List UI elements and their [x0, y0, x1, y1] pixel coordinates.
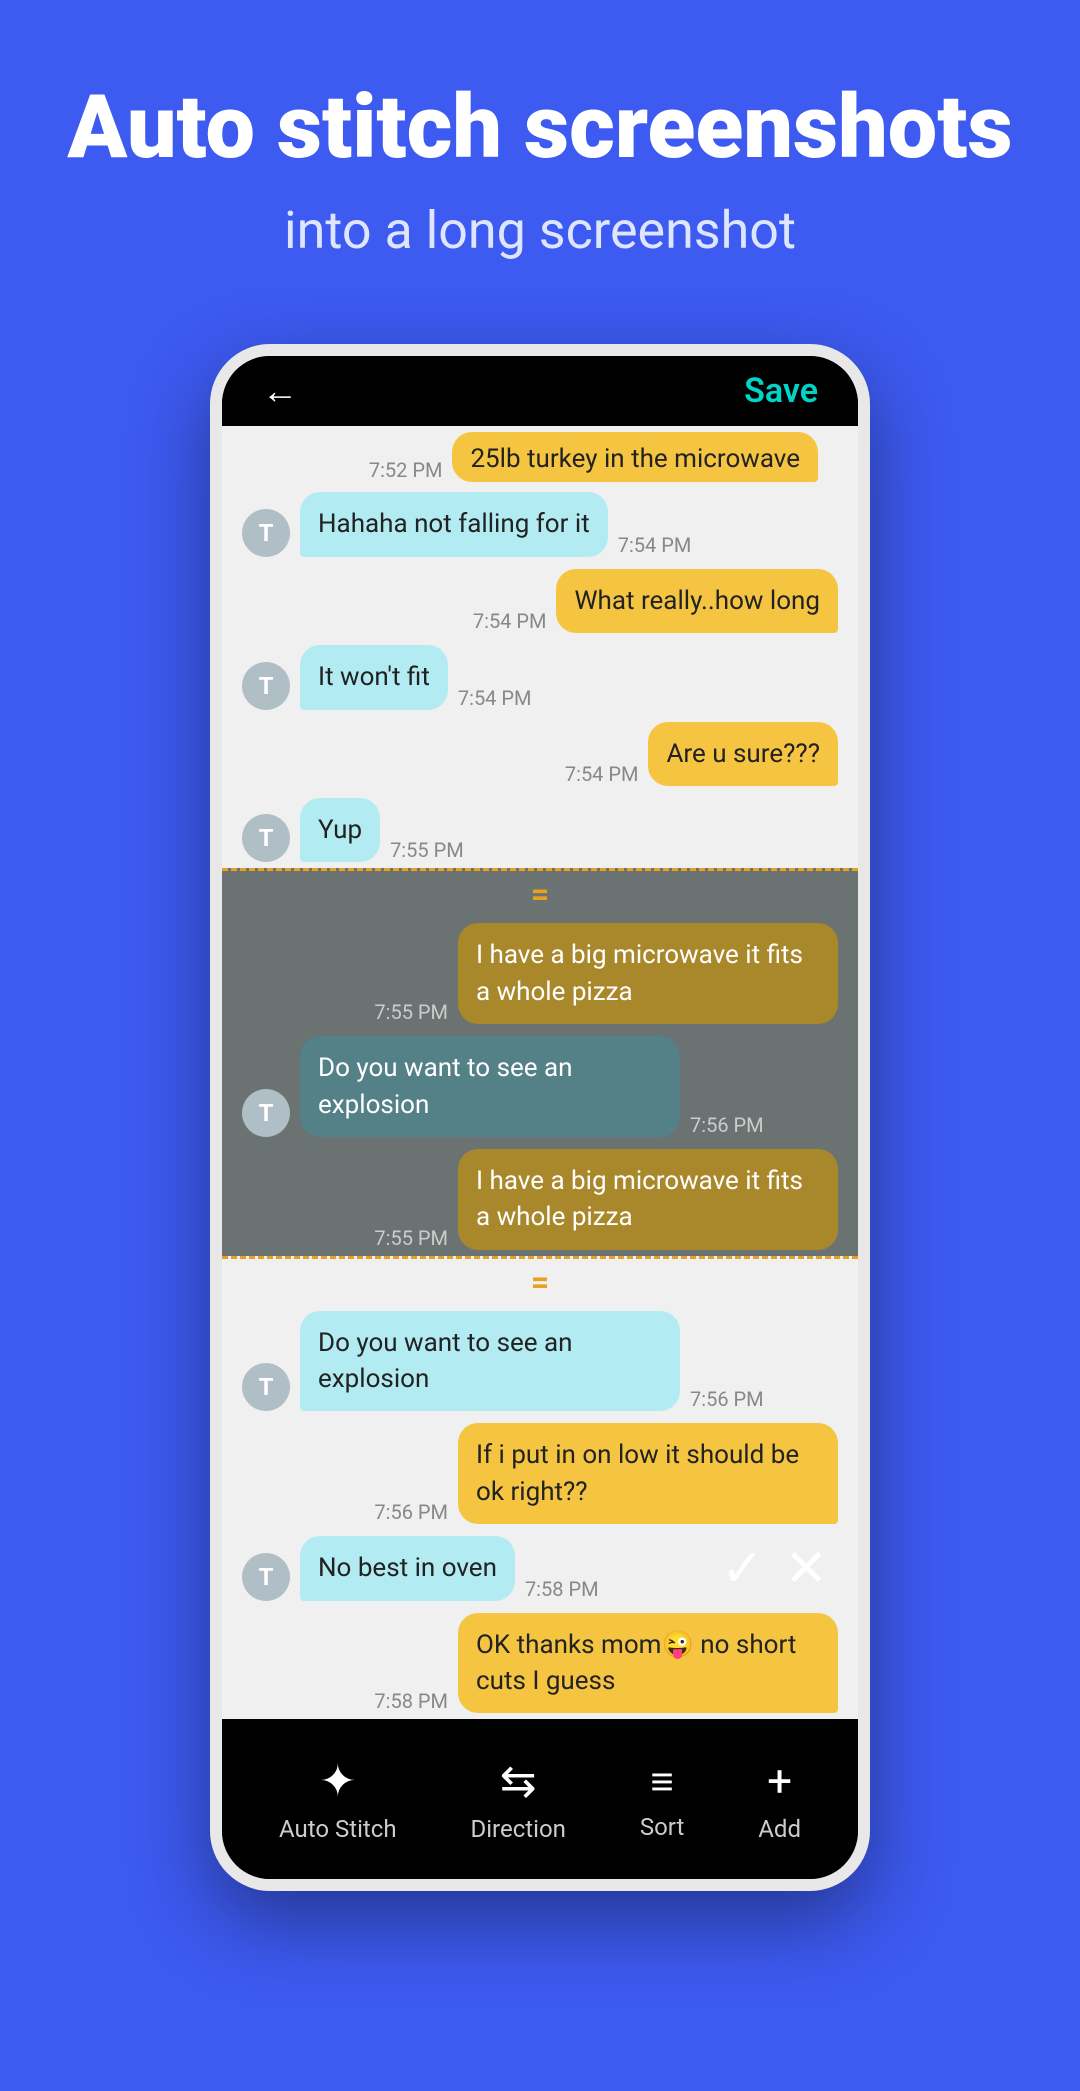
sort-icon: ≡ [650, 1758, 673, 1805]
direction-icon: ⇆ [500, 1755, 537, 1807]
msg-row: Are u sure??? 7:54 PM [222, 716, 858, 792]
header-section: Auto stitch screenshots into a long scre… [0, 0, 1080, 324]
msg-row: T Yup 7:55 PM [222, 792, 858, 868]
bubble-received: Yup [300, 798, 380, 862]
bubble-overlap-sent: I have a big microwave it fits a whole p… [458, 1149, 838, 1250]
stitch-indicator-2: = [222, 1259, 858, 1305]
reject-button[interactable]: ✕ [784, 1538, 828, 1599]
msg-row: OK thanks mom😜 no short cuts I guess 7:5… [222, 1607, 858, 1720]
bubble-sent: If i put in on low it should be ok right… [458, 1423, 838, 1524]
header-subtitle: into a long screenshot [60, 197, 1020, 265]
toolbar: ✦ Auto Stitch ⇆ Direction ≡ Sort + Add [222, 1719, 858, 1879]
accept-button[interactable]: ✓ [721, 1538, 765, 1599]
timestamp: 7:56 PM [374, 1500, 448, 1524]
partial-top-msg: 7:52 PM 25lb turkey in the microwave [242, 432, 838, 486]
sort-label: Sort [640, 1813, 685, 1841]
timestamp: 7:54 PM [565, 762, 639, 786]
bubble-sent: What really..how long [556, 569, 838, 633]
msg-row: If i put in on low it should be ok right… [222, 1417, 858, 1530]
toolbar-sort[interactable]: ≡ Sort [640, 1758, 685, 1841]
header-title: Auto stitch screenshots [60, 80, 1020, 177]
timestamp: 7:58 PM [525, 1577, 599, 1601]
avatar: T [242, 1089, 290, 1137]
bubble-sent: Are u sure??? [648, 722, 838, 786]
msg-row: T It won't fit 7:54 PM [222, 639, 858, 715]
msg-row: What really..how long 7:54 PM [222, 563, 858, 639]
auto-stitch-icon: ✦ [319, 1755, 356, 1807]
timestamp: 7:54 PM [618, 533, 692, 557]
save-button[interactable]: Save [744, 371, 818, 411]
timestamp: 7:52 PM [369, 458, 443, 482]
avatar: T [242, 662, 290, 710]
toolbar-auto-stitch[interactable]: ✦ Auto Stitch [279, 1755, 397, 1843]
timestamp: 7:56 PM [690, 1387, 764, 1411]
stitch-icon: = [531, 875, 549, 913]
avatar: T [242, 1363, 290, 1411]
msg-row-overlap: I have a big microwave it fits a whole p… [222, 917, 858, 1030]
stitch-indicator: = [222, 871, 858, 917]
toolbar-add[interactable]: + Add [758, 1755, 801, 1843]
timestamp: 7:54 PM [458, 686, 532, 710]
partial-bubble: 25lb turkey in the microwave [452, 432, 818, 482]
timestamp: 7:56 PM [690, 1113, 764, 1137]
toolbar-direction[interactable]: ⇆ Direction [470, 1755, 565, 1843]
avatar: T [242, 814, 290, 862]
bubble-overlap-received: Do you want to see an explosion [300, 1036, 680, 1137]
phone-container: ← Save 7:52 PM 25lb turkey in the microw… [0, 344, 1080, 1891]
timestamp: 7:55 PM [374, 1000, 448, 1024]
bottom-section [0, 1891, 1080, 2091]
back-button[interactable]: ← [262, 370, 298, 412]
chat-area: 7:52 PM 25lb turkey in the microwave T H… [222, 426, 858, 1719]
bubble-received: No best in oven [300, 1536, 515, 1600]
action-buttons: ✓ ✕ [721, 1538, 828, 1599]
avatar: T [242, 1553, 290, 1601]
auto-stitch-label: Auto Stitch [279, 1815, 397, 1843]
bubble-received: Hahaha not falling for it [300, 492, 608, 556]
phone-topbar: ← Save [222, 356, 858, 426]
add-label: Add [758, 1815, 801, 1843]
add-icon: + [767, 1755, 792, 1807]
msg-row-overlap: T Do you want to see an explosion 7:56 P… [222, 1030, 858, 1143]
bubble-overlap-sent: I have a big microwave it fits a whole p… [458, 923, 838, 1024]
timestamp: 7:58 PM [374, 1689, 448, 1713]
direction-label: Direction [470, 1815, 565, 1843]
msg-row: T Do you want to see an explosion 7:56 P… [222, 1305, 858, 1418]
timestamp: 7:54 PM [473, 609, 547, 633]
bubble-received: Do you want to see an explosion [300, 1311, 680, 1412]
phone-mockup: ← Save 7:52 PM 25lb turkey in the microw… [210, 344, 870, 1891]
timestamp: 7:55 PM [374, 1226, 448, 1250]
bubble-sent: OK thanks mom😜 no short cuts I guess [458, 1613, 838, 1714]
msg-row-overlap: I have a big microwave it fits a whole p… [222, 1143, 858, 1256]
avatar: T [242, 509, 290, 557]
bubble-received: It won't fit [300, 645, 448, 709]
msg-row: T Hahaha not falling for it 7:54 PM [222, 486, 858, 562]
timestamp: 7:55 PM [390, 838, 464, 862]
stitch-icon-2: = [531, 1263, 549, 1301]
